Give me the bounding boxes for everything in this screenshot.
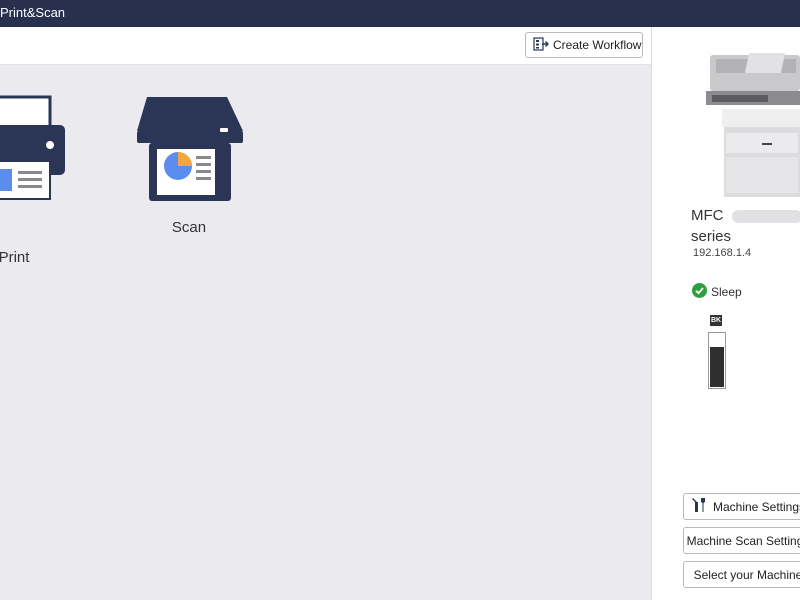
machine-scan-settings-label: Machine Scan Settings <box>686 533 800 548</box>
print-tile[interactable]: Print <box>0 95 70 266</box>
machine-settings-button[interactable]: Machine Settings <box>683 493 800 520</box>
model-prefix: MFC <box>691 207 724 224</box>
tools-icon <box>691 497 707 516</box>
device-model: MFC <box>691 207 800 224</box>
select-machine-label: Select your Machine <box>693 567 800 582</box>
check-circle-icon <box>692 283 707 301</box>
print-label: Print <box>0 249 30 266</box>
device-image-icon <box>702 49 800 204</box>
create-workflow-label: Create Workflow <box>553 38 642 52</box>
scan-label: Scan <box>171 219 207 236</box>
device-ip: 192.168.1.4 <box>693 247 752 259</box>
ink-level-fill <box>710 347 724 387</box>
toolbar: Create Workflow <box>0 27 651 65</box>
machine-settings-label: Machine Settings <box>712 499 800 514</box>
window-title: Print&Scan <box>0 5 66 20</box>
ink-level-bar <box>708 332 726 389</box>
main-area: Print Scan <box>0 65 651 600</box>
status-text: Sleep <box>711 285 742 299</box>
device-panel: MFC series 192.168.1.4 Sleep BK Machine … <box>652 27 800 600</box>
device-series: series <box>691 228 732 245</box>
device-status: Sleep <box>692 283 742 301</box>
model-redacted <box>731 209 800 223</box>
create-workflow-button[interactable]: Create Workflow <box>525 32 643 58</box>
machine-scan-settings-button[interactable]: Machine Scan Settings <box>683 527 800 554</box>
workflow-icon <box>533 36 549 54</box>
scanner-icon <box>129 95 249 210</box>
title-bar: Print&Scan <box>0 0 800 27</box>
ink-label: BK <box>710 315 722 326</box>
scan-tile[interactable]: Scan <box>129 95 249 245</box>
select-machine-button[interactable]: Select your Machine <box>683 561 800 588</box>
printer-icon <box>0 95 70 220</box>
